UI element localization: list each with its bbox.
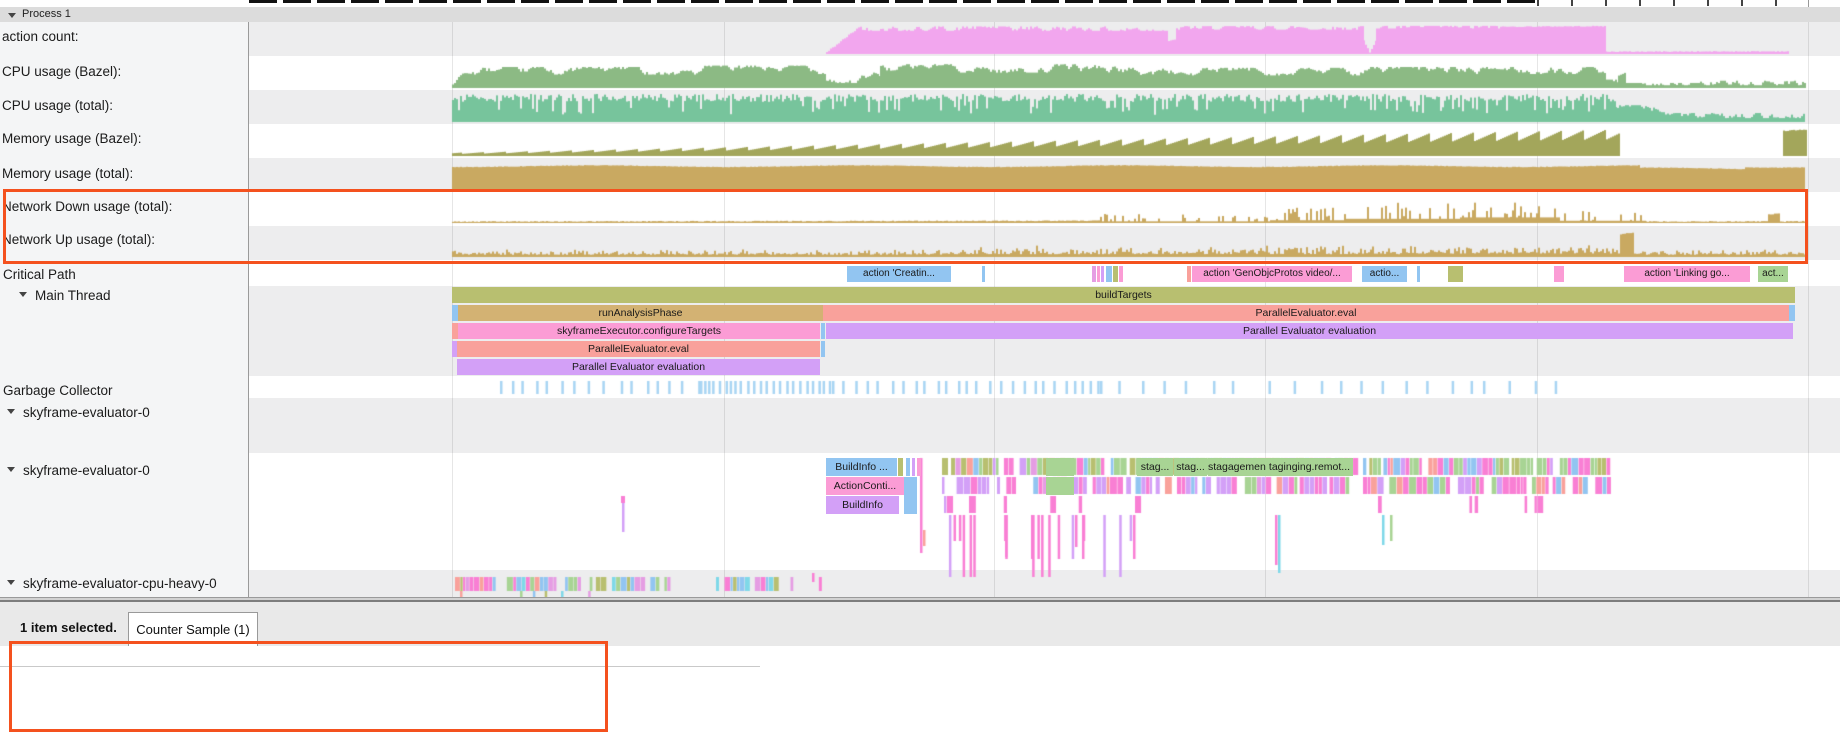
timeline-ruler-viewport[interactable] bbox=[249, 0, 1537, 3]
sidebar-item-net-down[interactable]: Network Down usage (total): bbox=[2, 199, 172, 214]
skyframe-evaluator-slice[interactable]: ActionConti... bbox=[826, 477, 904, 495]
skyframe-action-slice[interactable]: taginging.remot... bbox=[1266, 458, 1353, 476]
collapse-triangle-icon[interactable] bbox=[7, 409, 15, 414]
critical-path-slice[interactable]: action 'GenObjcProtos video/... bbox=[1192, 266, 1352, 282]
process-title: Process 1 bbox=[22, 7, 71, 22]
main-thread-tick[interactable] bbox=[821, 323, 825, 339]
critical-path-slice[interactable]: actio... bbox=[1362, 266, 1407, 282]
sidebar-item-skyframe-evaluator-0-b[interactable]: skyframe-evaluator-0 bbox=[23, 463, 150, 478]
skyframe-action-slice[interactable]: stag... bbox=[1137, 458, 1173, 476]
sidebar-item-net-up[interactable]: Network Up usage (total): bbox=[2, 232, 155, 247]
sidebar-item-skyframe-evaluator-0-a[interactable]: skyframe-evaluator-0 bbox=[23, 405, 150, 420]
collapse-triangle-icon[interactable] bbox=[19, 292, 27, 297]
tab-counter-sample[interactable]: Counter Sample (1) bbox=[128, 612, 258, 647]
main-thread-slice[interactable]: buildTargets bbox=[452, 287, 1795, 303]
critical-path-tick[interactable] bbox=[1119, 266, 1123, 282]
counter-sample-table: CounterSeriesTimeValueNetwork Down usage… bbox=[0, 646, 1840, 742]
skyframe-action-slice[interactable]: stagagemenots... bbox=[1208, 458, 1266, 476]
sidebar-item-garbage-collector[interactable]: Garbage Collector bbox=[3, 383, 113, 398]
skyframe-action-tick[interactable] bbox=[1046, 477, 1074, 495]
skyframe-evaluator-tick[interactable] bbox=[904, 477, 917, 514]
main-thread-tick[interactable] bbox=[821, 341, 825, 357]
main-thread-tick[interactable] bbox=[1789, 305, 1795, 321]
analysis-tab-bar bbox=[0, 602, 1840, 647]
collapse-triangle-icon[interactable] bbox=[8, 13, 16, 18]
collapse-triangle-icon[interactable] bbox=[7, 580, 15, 585]
sidebar-item-action-count[interactable]: action count: bbox=[2, 29, 79, 44]
skyframe-evaluator-tick[interactable] bbox=[906, 458, 910, 476]
main-thread-slice[interactable]: ParallelEvaluator.eval bbox=[457, 341, 820, 357]
critical-path-tick[interactable] bbox=[1417, 266, 1420, 282]
skyframe-evaluator-slice[interactable]: BuildInfo bbox=[826, 496, 899, 514]
critical-path-slice[interactable]: action 'Creatin... bbox=[847, 266, 951, 282]
selection-status: 1 item selected. bbox=[20, 620, 117, 635]
critical-path-tick[interactable] bbox=[1092, 266, 1096, 282]
collapse-triangle-icon[interactable] bbox=[7, 467, 15, 472]
critical-path-tick[interactable] bbox=[1187, 266, 1191, 282]
critical-path-tick[interactable] bbox=[1106, 266, 1112, 282]
skyframe-evaluator-tick[interactable] bbox=[898, 458, 903, 476]
skyframe-evaluator-slice[interactable]: BuildInfo ... bbox=[826, 458, 897, 476]
table-header-divider bbox=[0, 666, 760, 667]
sidebar-item-mem-total[interactable]: Memory usage (total): bbox=[2, 166, 133, 181]
skyframe-evaluator-tick[interactable] bbox=[912, 458, 915, 476]
main-thread-slice[interactable]: skyframeExecutor.configureTargets bbox=[458, 323, 820, 339]
main-thread-slice[interactable]: runAnalysisPhase bbox=[458, 305, 823, 321]
sidebar-item-skyframe-cpu-heavy[interactable]: skyframe-evaluator-cpu-heavy-0 bbox=[23, 576, 217, 591]
main-thread-slice[interactable]: ParallelEvaluator.eval bbox=[823, 305, 1789, 321]
timeline-ruler-ticks bbox=[1537, 0, 1808, 6]
skyframe-action-tick[interactable] bbox=[1046, 458, 1074, 476]
track-sidebar[interactable]: action count: CPU usage (Bazel): CPU usage… bbox=[0, 22, 249, 597]
sidebar-item-cpu-total[interactable]: CPU usage (total): bbox=[2, 98, 113, 113]
sidebar-item-cpu-bazel[interactable]: CPU usage (Bazel): bbox=[2, 64, 121, 79]
main-thread-slice[interactable]: Parallel Evaluator evaluation bbox=[457, 359, 820, 375]
critical-path-tick[interactable] bbox=[1554, 266, 1564, 282]
critical-path-tick[interactable] bbox=[1097, 266, 1100, 282]
trace-viewer: Process 1 action 'Creatin... action 'GenO… bbox=[0, 0, 1840, 742]
process-header[interactable]: Process 1 bbox=[0, 7, 1840, 23]
sidebar-item-main-thread[interactable]: Main Thread bbox=[35, 288, 111, 303]
critical-path-slice[interactable]: action 'Linking go... bbox=[1624, 266, 1750, 282]
sidebar-item-critical-path[interactable]: Critical Path bbox=[3, 267, 76, 282]
critical-path-tick[interactable] bbox=[1101, 266, 1104, 282]
critical-path-tick[interactable] bbox=[1448, 266, 1463, 282]
sidebar-item-mem-bazel[interactable]: Memory usage (Bazel): bbox=[2, 131, 142, 146]
skyframe-evaluator-tick[interactable] bbox=[917, 458, 921, 476]
timeline-area[interactable]: action 'Creatin... action 'GenObjcProtos … bbox=[0, 22, 1840, 597]
critical-path-tick[interactable] bbox=[982, 266, 985, 282]
main-thread-slice[interactable]: Parallel Evaluator evaluation bbox=[826, 323, 1793, 339]
critical-path-slice[interactable]: act... bbox=[1758, 266, 1788, 282]
skyframe-action-slice[interactable]: stag... bbox=[1174, 458, 1207, 476]
critical-path-tick[interactable] bbox=[1113, 266, 1118, 282]
